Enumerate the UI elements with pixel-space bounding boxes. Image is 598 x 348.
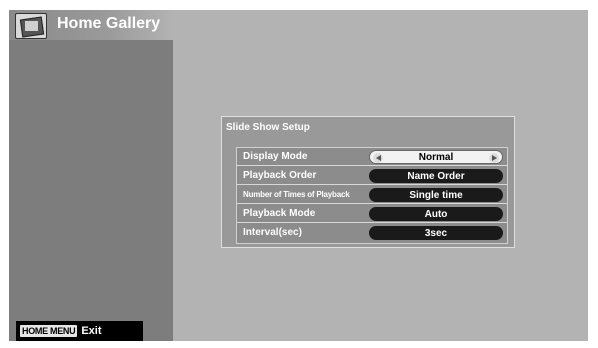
footer-hint: HOME MENU Exit: [16, 321, 143, 341]
number-of-times-value[interactable]: Single time: [369, 188, 503, 202]
playback-order-value[interactable]: Name Order: [369, 169, 503, 183]
setting-row-display-mode[interactable]: Display Mode Normal: [237, 148, 507, 166]
settings-list: Display Mode Normal Playback Order Name …: [236, 147, 508, 244]
dialog-title: Slide Show Setup: [226, 122, 310, 133]
home-menu-key[interactable]: HOME MENU: [20, 325, 78, 337]
slide-show-setup-dialog: Slide Show Setup Display Mode Normal Pla…: [221, 116, 515, 248]
picture-shape: [25, 21, 38, 31]
setting-row-playback-mode[interactable]: Playback Mode Auto: [237, 205, 507, 223]
setting-value: 3sec: [424, 227, 448, 239]
display-mode-selector[interactable]: Normal: [369, 150, 503, 164]
photo-frame-icon: [15, 13, 47, 39]
app-title: Home Gallery: [57, 15, 161, 32]
setting-value: Auto: [424, 208, 448, 220]
setting-row-number-of-times[interactable]: Number of Times of Playback Single time: [237, 186, 507, 204]
setting-value: Single time: [409, 189, 463, 201]
setting-label: Interval(sec): [243, 227, 302, 238]
playback-mode-value[interactable]: Auto: [369, 207, 503, 221]
arrow-left-icon[interactable]: [373, 153, 383, 163]
app-header: Home Gallery: [9, 10, 173, 40]
setting-row-playback-order[interactable]: Playback Order Name Order: [237, 167, 507, 185]
setting-label: Playback Order: [243, 170, 317, 181]
setting-label: Display Mode: [243, 151, 308, 162]
interval-value[interactable]: 3sec: [369, 226, 503, 240]
setting-row-interval[interactable]: Interval(sec) 3sec: [237, 224, 507, 242]
arrow-right-icon[interactable]: [489, 153, 499, 163]
screen: Home Gallery HOME MENU Exit Slide Show S…: [9, 10, 588, 341]
setting-value: Name Order: [407, 170, 465, 182]
setting-label: Playback Mode: [243, 208, 316, 219]
setting-value: Normal: [418, 151, 454, 163]
exit-label: Exit: [81, 325, 102, 337]
sidebar: Home Gallery HOME MENU Exit: [9, 10, 173, 341]
setting-label: Number of Times of Playback: [243, 190, 350, 199]
